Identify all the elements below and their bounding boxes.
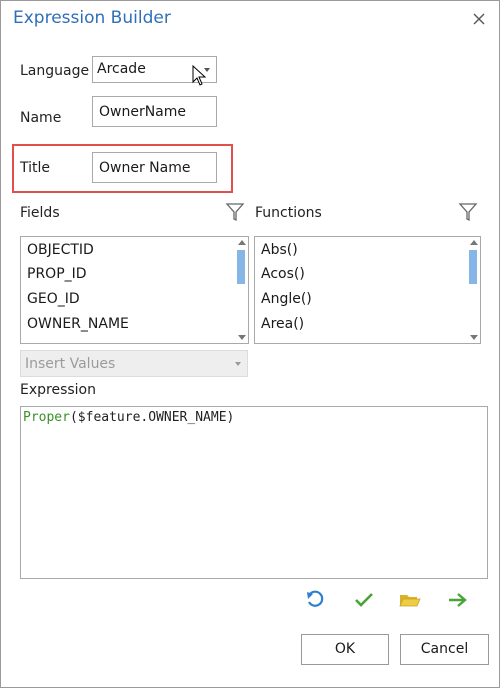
fields-scrollbar[interactable] xyxy=(235,237,248,343)
scroll-down-arrow-icon[interactable] xyxy=(238,335,246,340)
open-folder-icon[interactable] xyxy=(399,590,421,610)
list-item[interactable]: OBJECTID xyxy=(27,242,94,258)
title-field[interactable]: Owner Name xyxy=(92,152,217,183)
functions-label: Functions xyxy=(255,205,322,221)
scroll-thumb[interactable] xyxy=(469,250,477,284)
list-item[interactable]: OWNER_NAME xyxy=(27,316,129,332)
fields-label: Fields xyxy=(20,205,60,221)
close-icon[interactable] xyxy=(469,9,489,29)
cancel-button[interactable]: Cancel xyxy=(400,634,489,665)
list-item[interactable]: GEO_ID xyxy=(27,291,80,307)
name-field[interactable]: OwnerName xyxy=(92,96,217,127)
language-label: Language xyxy=(20,63,90,79)
insert-values-label: Insert Values xyxy=(25,356,116,372)
code-paren: ( xyxy=(69,410,78,425)
fields-list[interactable]: OBJECTID PROP_ID GEO_ID OWNER_NAME xyxy=(20,236,249,344)
list-item[interactable]: Angle() xyxy=(261,291,312,307)
list-item[interactable]: Abs() xyxy=(261,242,298,258)
expression-code[interactable]: Proper($feature.OWNER_NAME) xyxy=(23,410,234,425)
insert-values-dropdown[interactable]: Insert Values xyxy=(20,350,248,377)
scroll-thumb[interactable] xyxy=(237,250,245,284)
check-icon[interactable] xyxy=(353,590,375,610)
mouse-cursor-icon xyxy=(192,64,208,91)
expression-editor[interactable]: Proper($feature.OWNER_NAME) xyxy=(20,406,488,579)
window-title: Expression Builder xyxy=(13,8,171,28)
scroll-up-arrow-icon[interactable] xyxy=(470,240,478,245)
list-item[interactable]: Acos() xyxy=(261,266,305,282)
code-rest: .OWNER_NAME) xyxy=(140,410,235,425)
filter-icon[interactable] xyxy=(458,202,478,226)
chevron-down-icon xyxy=(235,362,241,366)
list-item[interactable]: PROP_ID xyxy=(27,266,87,282)
scroll-down-arrow-icon[interactable] xyxy=(470,335,478,340)
list-item[interactable]: Area() xyxy=(261,316,304,332)
scroll-up-arrow-icon[interactable] xyxy=(238,240,246,245)
name-label: Name xyxy=(20,110,62,126)
ok-button[interactable]: OK xyxy=(301,634,389,665)
functions-list[interactable]: Abs() Acos() Angle() Area() xyxy=(254,236,481,344)
functions-scrollbar[interactable] xyxy=(467,237,480,343)
expression-label: Expression xyxy=(20,382,96,398)
code-function-name: Proper xyxy=(23,410,70,425)
filter-icon[interactable] xyxy=(225,202,245,226)
title-label: Title xyxy=(20,160,51,176)
undo-icon[interactable] xyxy=(305,590,327,610)
code-variable: $feature xyxy=(77,410,141,425)
name-value: OwnerName xyxy=(99,104,187,120)
expression-builder-dialog: Expression Builder Language Arcade Name … xyxy=(0,0,500,688)
run-arrow-icon[interactable] xyxy=(447,590,469,610)
language-value: Arcade xyxy=(97,61,146,77)
title-value: Owner Name xyxy=(99,160,191,176)
